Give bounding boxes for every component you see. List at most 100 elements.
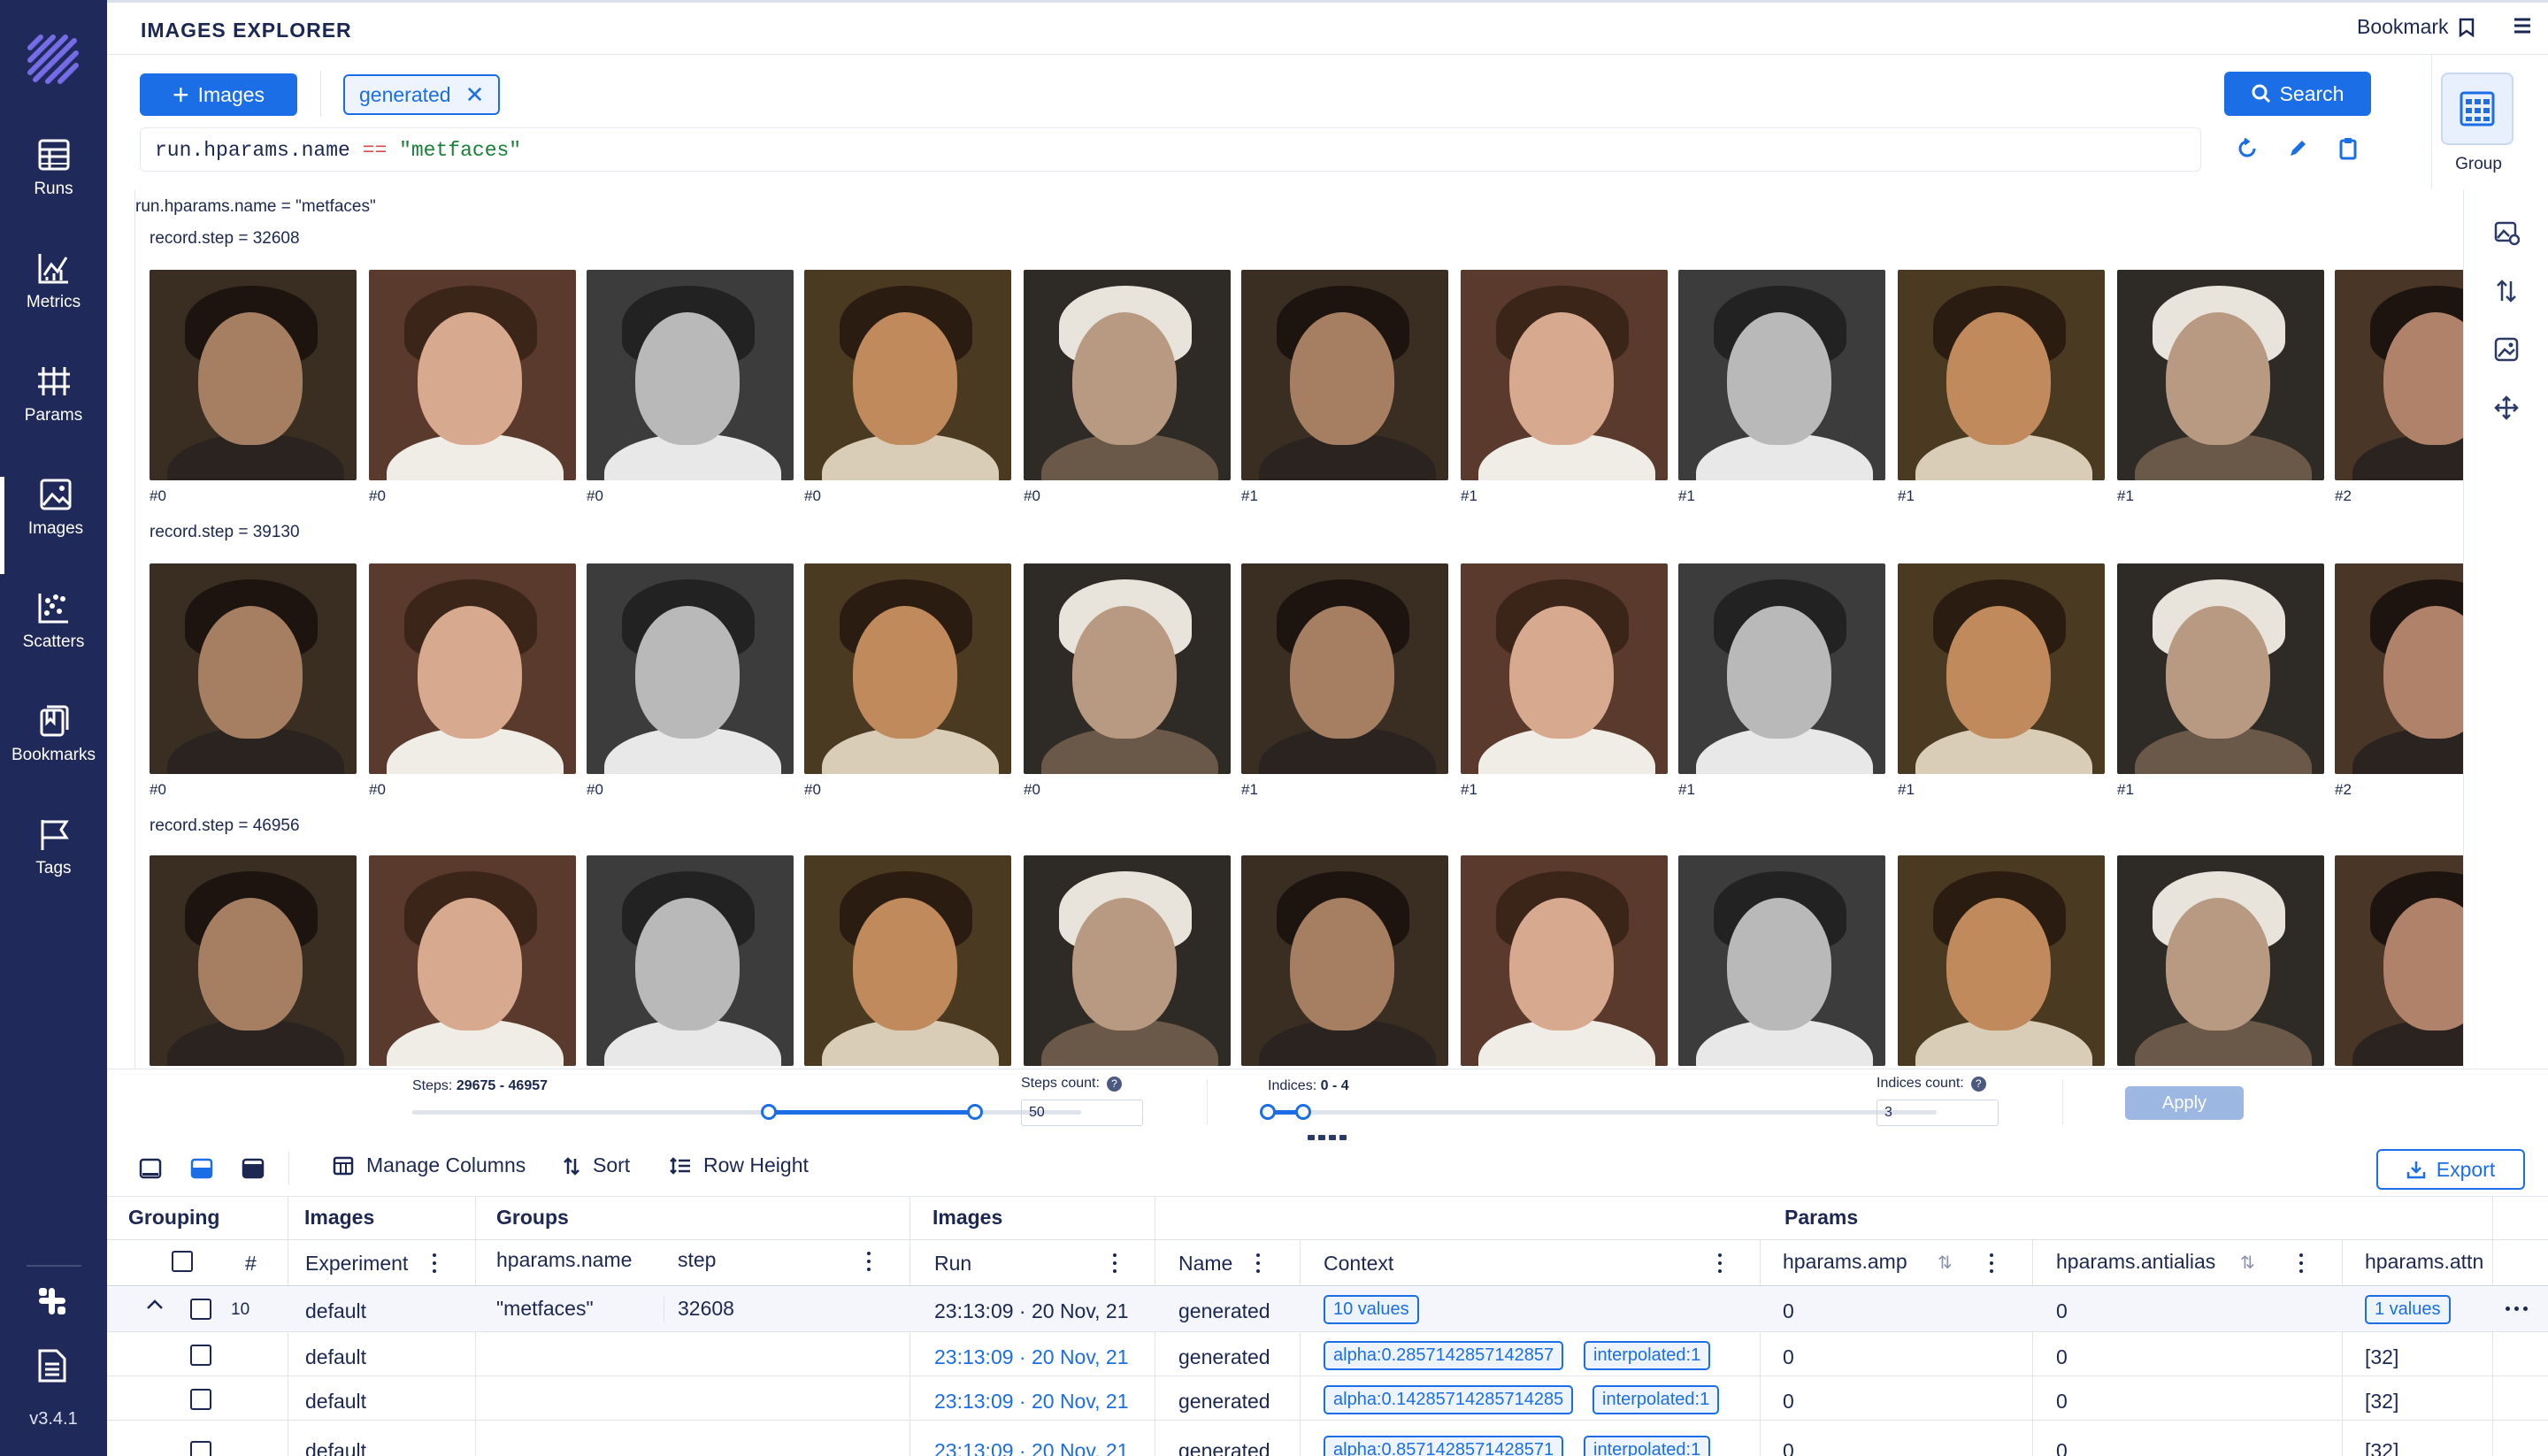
steps-slider-start-handle[interactable] (761, 1104, 777, 1120)
sort-toggle-icon[interactable]: ⇅ (2240, 1252, 2255, 1274)
apply-button[interactable]: Apply (2125, 1086, 2244, 1120)
indices-slider-start-handle[interactable] (1260, 1104, 1276, 1120)
generated-portrait-image[interactable] (150, 855, 357, 1066)
indices-slider-end-handle[interactable] (1295, 1104, 1311, 1120)
generated-portrait-image[interactable] (587, 855, 794, 1066)
column-header-hparams-amp[interactable]: hparams.amp (1783, 1250, 1907, 1274)
steps-count-input[interactable]: 50 (1021, 1100, 1143, 1126)
generated-portrait-image[interactable] (1241, 563, 1448, 774)
sort-button[interactable]: Sort (563, 1153, 630, 1177)
generated-portrait-image[interactable] (1678, 270, 1885, 480)
generated-portrait-image[interactable] (1024, 563, 1231, 774)
close-icon[interactable]: ✕ (465, 83, 485, 106)
steps-slider-end-handle[interactable] (967, 1104, 983, 1120)
context-values-tag[interactable]: 10 values (1324, 1295, 1419, 1324)
generated-portrait-image[interactable] (2117, 270, 2324, 480)
edit-query-button[interactable] (2280, 131, 2315, 166)
cell-run-link[interactable]: 23:13:09 · 20 Nov, 21 (934, 1390, 1129, 1414)
hide-table-button[interactable] (139, 1157, 162, 1184)
generated-portrait-image[interactable] (2335, 563, 2463, 774)
sidebar-item-runs[interactable]: Runs (0, 137, 107, 234)
sidebar-item-metrics[interactable]: Metrics (0, 250, 107, 348)
generated-portrait-image[interactable] (2117, 855, 2324, 1066)
column-header-experiment[interactable]: Experiment (305, 1252, 408, 1276)
column-header-context[interactable]: Context (1324, 1252, 1393, 1276)
menu-button[interactable] (2512, 15, 2533, 41)
sort-images-button[interactable] (2490, 275, 2522, 307)
image-rendering-button[interactable] (2490, 333, 2522, 365)
generated-portrait-image[interactable] (1024, 855, 1231, 1066)
row-checkbox[interactable] (190, 1389, 211, 1410)
context-tag[interactable]: alpha:0.8571428571428571 (1324, 1436, 1564, 1456)
generated-portrait-image[interactable] (1461, 563, 1668, 774)
manage-columns-button[interactable]: Manage Columns (333, 1153, 526, 1177)
aim-logo[interactable] (25, 32, 81, 88)
selected-metric-chip[interactable]: generated ✕ (343, 74, 501, 115)
context-tag[interactable]: alpha:0.2857142857142857 (1324, 1341, 1564, 1370)
chevron-up-icon[interactable] (146, 1298, 164, 1314)
group-button[interactable] (2441, 73, 2513, 145)
context-tag[interactable]: interpolated:1 (1584, 1341, 1711, 1370)
reset-query-button[interactable] (2230, 131, 2265, 166)
generated-portrait-image[interactable] (804, 270, 1011, 480)
column-menu-icon[interactable] (1255, 1253, 1261, 1273)
cell-run-link[interactable]: 23:13:09 · 20 Nov, 21 (934, 1439, 1129, 1456)
row-checkbox[interactable] (190, 1345, 211, 1366)
generated-portrait-image[interactable] (369, 855, 576, 1066)
query-input[interactable]: run.hparams.name == "metfaces" (140, 127, 2201, 172)
full-table-button[interactable] (242, 1157, 265, 1184)
select-all-checkbox[interactable] (172, 1251, 193, 1272)
attn-values-tag[interactable]: 1 values (2365, 1295, 2451, 1324)
generated-portrait-image[interactable] (1241, 270, 1448, 480)
panel-resize-handle[interactable] (1308, 1135, 1348, 1140)
search-button[interactable]: Search (2224, 72, 2371, 116)
align-images-button[interactable] (2490, 392, 2522, 424)
column-header-hparams-attn[interactable]: hparams.attn (2365, 1250, 2502, 1274)
generated-portrait-image[interactable] (804, 855, 1011, 1066)
context-tag[interactable]: alpha:0.14285714285714285 (1324, 1385, 1574, 1414)
export-button[interactable]: Export (2376, 1149, 2525, 1190)
column-header-step[interactable]: step (678, 1248, 716, 1272)
generated-portrait-image[interactable] (150, 270, 357, 480)
copy-query-button[interactable] (2330, 131, 2366, 166)
generated-portrait-image[interactable] (1678, 563, 1885, 774)
generated-portrait-image[interactable] (2335, 270, 2463, 480)
column-menu-icon[interactable] (866, 1252, 871, 1271)
cell-run-link[interactable]: 23:13:09 · 20 Nov, 21 (934, 1345, 1129, 1369)
docs-icon[interactable] (37, 1348, 67, 1388)
context-tag[interactable]: interpolated:1 (1592, 1385, 1720, 1414)
column-menu-icon[interactable] (2299, 1253, 2304, 1273)
half-table-button[interactable] (190, 1157, 213, 1184)
group-row-checkbox[interactable] (190, 1299, 211, 1320)
generated-portrait-image[interactable] (587, 270, 794, 480)
generated-portrait-image[interactable] (2117, 563, 2324, 774)
generated-portrait-image[interactable] (2335, 855, 2463, 1066)
generated-portrait-image[interactable] (369, 270, 576, 480)
help-icon[interactable]: ? (1106, 1077, 1122, 1092)
generated-portrait-image[interactable] (1461, 855, 1668, 1066)
generated-portrait-image[interactable] (1898, 563, 2105, 774)
sidebar-item-scatters[interactable]: Scatters (0, 590, 107, 687)
column-header-run[interactable]: Run (934, 1252, 971, 1276)
generated-portrait-image[interactable] (1241, 855, 1448, 1066)
generated-portrait-image[interactable] (1024, 270, 1231, 480)
indices-count-input[interactable]: 3 (1876, 1100, 1999, 1126)
row-checkbox[interactable] (190, 1441, 211, 1456)
context-tag[interactable]: interpolated:1 (1584, 1436, 1711, 1456)
indices-slider-track[interactable] (1268, 1110, 1937, 1115)
generated-portrait-image[interactable] (804, 563, 1011, 774)
add-images-button[interactable]: + Images (140, 73, 297, 116)
column-menu-icon[interactable] (1112, 1253, 1117, 1273)
sidebar-item-images[interactable]: Images (0, 477, 107, 574)
slack-icon[interactable] (35, 1284, 69, 1322)
sort-toggle-icon[interactable]: ⇅ (1938, 1252, 1953, 1274)
help-icon[interactable]: ? (1970, 1077, 1986, 1092)
generated-portrait-image[interactable] (1678, 855, 1885, 1066)
sidebar-item-params[interactable]: Params (0, 364, 107, 461)
column-menu-icon[interactable] (1989, 1253, 1994, 1273)
sidebar-item-tags[interactable]: Tags (0, 816, 107, 914)
generated-portrait-image[interactable] (1898, 855, 2105, 1066)
row-actions-icon[interactable] (2506, 1307, 2528, 1311)
generated-portrait-image[interactable] (1461, 270, 1668, 480)
column-header-hparams-antialias[interactable]: hparams.antialias (2056, 1250, 2215, 1274)
